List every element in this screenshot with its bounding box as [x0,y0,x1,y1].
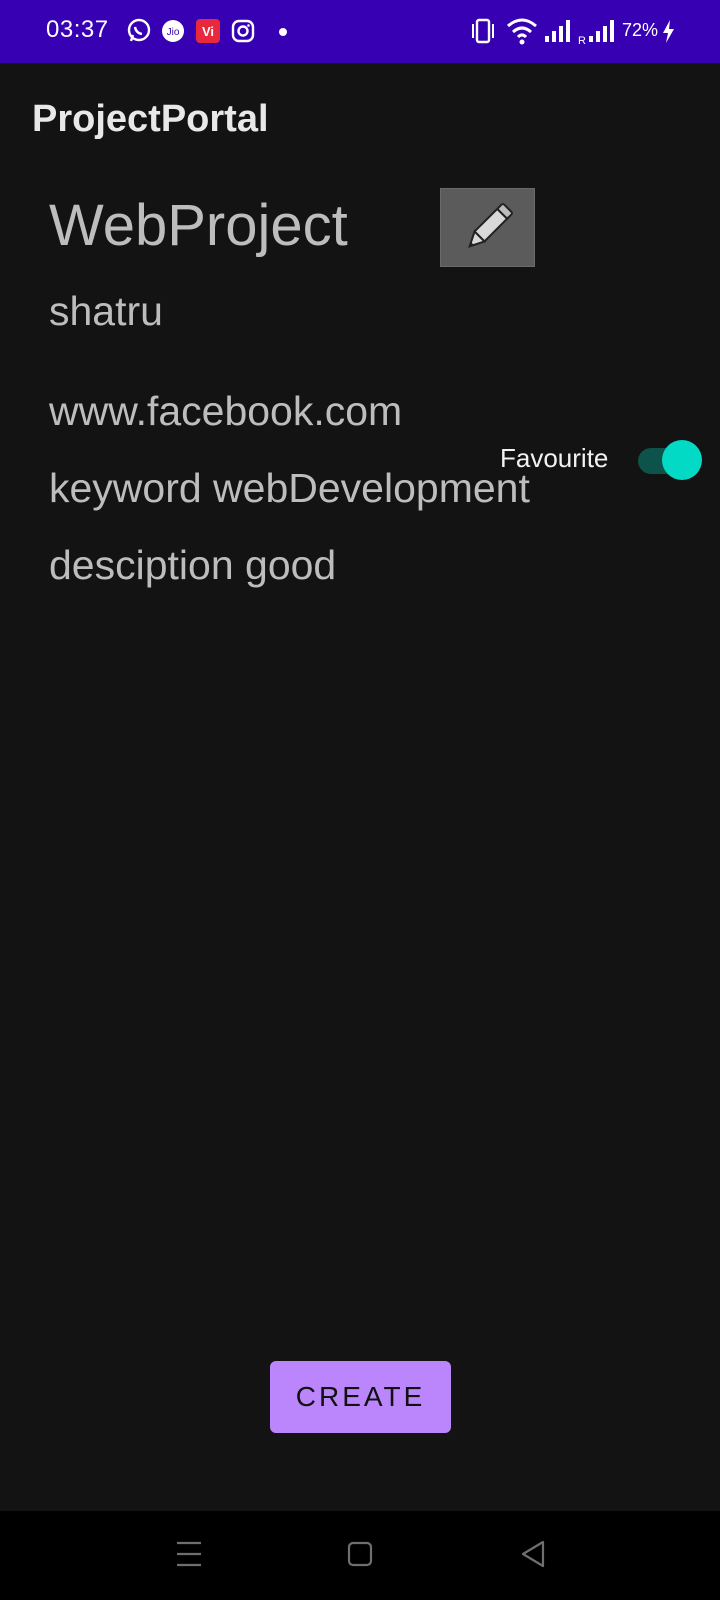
vi-label: Vi [202,24,214,39]
charging-icon [663,20,674,43]
menu-icon[interactable] [175,1539,203,1569]
home-icon[interactable] [347,1539,373,1569]
roaming-label: R [578,35,586,47]
create-button[interactable]: CREATE [270,1361,451,1433]
pencil-icon [467,202,513,248]
favourite-label: Favourite [500,443,609,473]
project-keyword: keyword webDevelopment [49,465,530,511]
project-url: www.facebook.com [49,388,403,434]
vibrate-icon [472,18,494,44]
switch-thumb [662,440,702,480]
favourite-switch[interactable] [636,438,704,482]
whatsapp-icon [127,18,151,42]
project-owner: shatru [49,288,163,334]
signal-roaming-icon: R [578,20,614,47]
jio-label: Jio [167,27,180,38]
status-bar: 03:37 Jio Vi R 72% [0,0,720,63]
wifi-icon [507,18,537,45]
status-time: 03:37 [46,16,109,43]
battery-percentage: 72% [622,20,659,40]
project-name: WebProject [49,193,348,258]
edit-button[interactable] [440,188,535,267]
jio-icon: Jio [162,20,184,42]
vi-icon: Vi [196,19,220,43]
project-description: desciption good [49,542,337,588]
instagram-icon [231,19,255,43]
dot-icon [279,28,287,36]
signal-icon [545,20,570,42]
app-title: ProjectPortal [32,98,269,140]
back-icon[interactable] [519,1539,547,1569]
navigation-bar [0,1511,720,1600]
